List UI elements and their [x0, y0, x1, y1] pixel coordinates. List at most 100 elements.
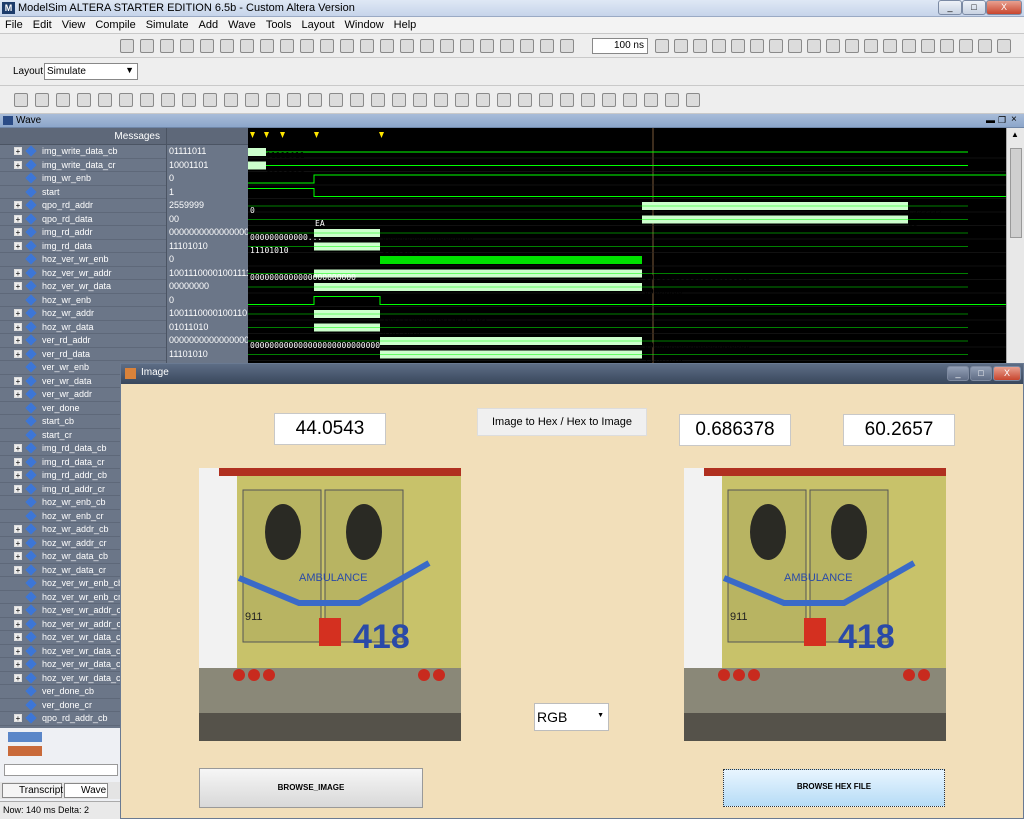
browse-image-button[interactable]: BROWSE_IMAGE	[199, 768, 423, 808]
toolbar-icon[interactable]	[161, 93, 175, 107]
expand-icon[interactable]: +	[14, 714, 22, 723]
toolbar-icon[interactable]	[320, 39, 334, 53]
expand-icon[interactable]: +	[14, 241, 22, 250]
toolbar-icon[interactable]	[203, 93, 217, 107]
expand-icon[interactable]: +	[14, 660, 22, 669]
toolbar-icon[interactable]	[140, 93, 154, 107]
toolbar-icon[interactable]	[180, 39, 194, 53]
toolbar-icon[interactable]	[340, 39, 354, 53]
toolbar-icon[interactable]	[287, 93, 301, 107]
cursor-tools-icon[interactable]	[8, 746, 42, 756]
menu-file[interactable]: File	[0, 17, 28, 31]
signal-row[interactable]: hoz_wr_enb	[0, 293, 166, 307]
color-space-dropdown[interactable]: RGB ▼	[534, 703, 609, 731]
signal-row[interactable]: + img_write_data_cb	[0, 145, 166, 159]
signal-row[interactable]: + hoz_wr_data	[0, 320, 166, 334]
expand-icon[interactable]: +	[14, 673, 22, 682]
expand-icon[interactable]: +	[14, 309, 22, 318]
waveform-area[interactable]: 01111011 10001101 0 2559999 00 EA 000000…	[248, 128, 1006, 368]
toolbar-icon[interactable]	[380, 39, 394, 53]
toolbar-icon[interactable]	[56, 93, 70, 107]
expand-icon[interactable]: +	[14, 471, 22, 480]
signal-row[interactable]: + img_rd_data	[0, 239, 166, 253]
toolbar-icon[interactable]	[864, 39, 878, 53]
signal-row[interactable]: + hoz_ver_wr_addr	[0, 266, 166, 280]
toolbar-icon[interactable]	[693, 39, 707, 53]
toolbar-icon[interactable]	[712, 39, 726, 53]
signal-row[interactable]: + qpo_rd_addr	[0, 199, 166, 213]
horizontal-scrollbar[interactable]	[4, 764, 118, 776]
menu-window[interactable]: Window	[340, 17, 389, 31]
toolbar-icon[interactable]	[480, 39, 494, 53]
toolbar-icon[interactable]	[400, 39, 414, 53]
expand-icon[interactable]: +	[14, 322, 22, 331]
toolbar-icon[interactable]	[35, 93, 49, 107]
browse-hex-button[interactable]: BROWSE HEX FILE	[723, 769, 945, 807]
expand-icon[interactable]: +	[14, 390, 22, 399]
toolbar-icon[interactable]	[182, 93, 196, 107]
pane-undock-icon[interactable]: ❐	[998, 115, 1006, 126]
toolbar-icon[interactable]	[240, 39, 254, 53]
toolbar-icon[interactable]	[769, 39, 783, 53]
menu-add[interactable]: Add	[194, 17, 224, 31]
toolbar-icon[interactable]	[350, 93, 364, 107]
expand-icon[interactable]: +	[14, 565, 22, 574]
expand-icon[interactable]: +	[14, 606, 22, 615]
toolbar-icon[interactable]	[120, 39, 134, 53]
value-field-1[interactable]: 44.0543	[274, 413, 386, 445]
toolbar-icon[interactable]	[540, 39, 554, 53]
expand-icon[interactable]: +	[14, 619, 22, 628]
toolbar-icon[interactable]	[788, 39, 802, 53]
menu-tools[interactable]: Tools	[261, 17, 297, 31]
image-close-button[interactable]: X	[993, 366, 1021, 381]
expand-icon[interactable]: +	[14, 268, 22, 277]
toolbar-icon[interactable]	[560, 39, 574, 53]
toolbar-icon[interactable]	[686, 93, 700, 107]
menu-wave[interactable]: Wave	[223, 17, 261, 31]
scroll-up-icon[interactable]: ▲	[1011, 130, 1019, 139]
toolbar-icon[interactable]	[978, 39, 992, 53]
menu-simulate[interactable]: Simulate	[141, 17, 194, 31]
toolbar-icon[interactable]	[413, 93, 427, 107]
toolbar-icon[interactable]	[392, 93, 406, 107]
toolbar-icon[interactable]	[200, 39, 214, 53]
toolbar-icon[interactable]	[98, 93, 112, 107]
menu-help[interactable]: Help	[389, 17, 422, 31]
toolbar-icon[interactable]	[260, 39, 274, 53]
toolbar-icon[interactable]	[220, 39, 234, 53]
toolbar-icon[interactable]	[245, 93, 259, 107]
signal-row[interactable]: start	[0, 185, 166, 199]
expand-icon[interactable]: +	[14, 457, 22, 466]
signal-row[interactable]: + ver_rd_addr	[0, 334, 166, 348]
expand-icon[interactable]: +	[14, 228, 22, 237]
toolbar-icon[interactable]	[750, 39, 764, 53]
expand-icon[interactable]: +	[14, 349, 22, 358]
pane-close-icon[interactable]: ×	[1011, 114, 1017, 125]
toolbar-icon[interactable]	[329, 93, 343, 107]
expand-icon[interactable]: +	[14, 646, 22, 655]
toolbar-icon[interactable]	[455, 93, 469, 107]
toolbar-icon[interactable]	[959, 39, 973, 53]
wave-vertical-scrollbar[interactable]: ▲	[1006, 128, 1024, 368]
value-field-2[interactable]: 0.686378	[679, 414, 791, 446]
expand-icon[interactable]: +	[14, 552, 22, 561]
toolbar-icon[interactable]	[807, 39, 821, 53]
toolbar-icon[interactable]	[997, 39, 1011, 53]
toolbar-icon[interactable]	[500, 39, 514, 53]
toolbar-icon[interactable]	[674, 39, 688, 53]
toolbar-icon[interactable]	[308, 93, 322, 107]
toolbar-icon[interactable]	[518, 93, 532, 107]
expand-icon[interactable]: +	[14, 336, 22, 345]
toolbar-icon[interactable]	[581, 93, 595, 107]
toolbar-icon[interactable]	[360, 39, 374, 53]
expand-icon[interactable]: +	[14, 147, 22, 156]
menu-compile[interactable]: Compile	[90, 17, 140, 31]
toolbar-icon[interactable]	[883, 39, 897, 53]
value-field-3[interactable]: 60.2657	[843, 414, 955, 446]
toolbar-icon[interactable]	[655, 39, 669, 53]
toolbar-icon[interactable]	[539, 93, 553, 107]
toolbar-icon[interactable]	[266, 93, 280, 107]
toolbar-icon[interactable]	[280, 39, 294, 53]
toolbar-icon[interactable]	[140, 39, 154, 53]
toolbar-icon[interactable]	[434, 93, 448, 107]
